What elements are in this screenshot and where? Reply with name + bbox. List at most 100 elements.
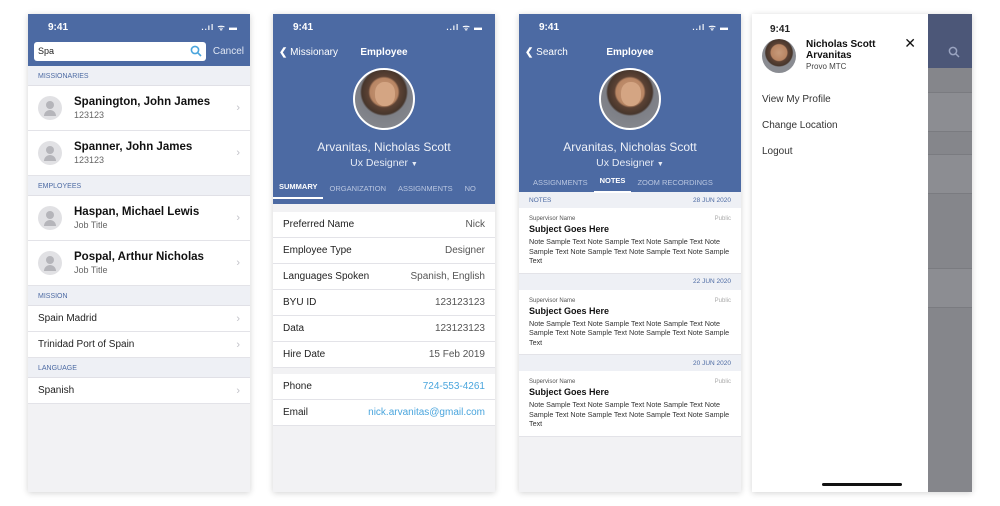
section-mission: MISSION <box>28 286 250 306</box>
detail-value: Designer <box>444 245 485 256</box>
note-visibility: Public <box>714 379 731 385</box>
detail-label: Hire Date <box>283 349 326 360</box>
detail-label: Phone <box>283 381 312 392</box>
cancel-button[interactable]: Cancel <box>213 46 244 57</box>
detail-value: 123123123 <box>434 297 485 308</box>
tab-assignments[interactable]: ASSIGNMENTS <box>527 178 594 193</box>
search-header: 9:41 ..ıl ᯤ ▬ Spa Cancel <box>28 14 250 66</box>
detail-label: Preferred Name <box>283 219 355 230</box>
employee-name: Arvanitas, Nicholas Scott <box>563 140 697 154</box>
list-item[interactable]: Pospal, Arthur Nicholas Job Title › <box>28 241 250 286</box>
avatar <box>38 206 62 230</box>
summary-list: Preferred Name Nick Employee Type Designer… <box>273 212 495 368</box>
dimmed-row <box>928 92 972 132</box>
role-label: Ux Designer <box>350 157 408 169</box>
list-item[interactable]: Haspan, Michael Lewis Job Title › <box>28 196 250 241</box>
list-item[interactable]: Spanington, John James 123123 › <box>28 86 250 131</box>
note-body: Note Sample Text Note Sample Text Note S… <box>529 318 730 347</box>
role-dropdown[interactable]: Ux Designer ▼ <box>273 157 495 169</box>
detail-row: Employee Type Designer <box>273 238 495 264</box>
back-label: Search <box>536 46 568 58</box>
detail-row: Languages Spoken Spanish, English <box>273 264 495 290</box>
profile-header: 9:41 ..ıl ᯤ ▬ ❮ Missionary Employee Arva… <box>273 14 495 204</box>
detail-row: Phone 724-553-4261 <box>273 374 495 400</box>
list-item[interactable]: Spanish › <box>28 378 250 404</box>
avatar <box>38 96 62 120</box>
avatar <box>38 251 62 275</box>
email-link[interactable]: nick.arvanitas@gmail.com <box>368 407 485 418</box>
dimmed-header <box>928 14 972 68</box>
note-author: Supervisor Name <box>529 216 576 222</box>
list-item[interactable]: Trinidad Port of Spain › <box>28 332 250 358</box>
tab-notes[interactable]: NO <box>459 184 482 199</box>
status-indicators-icon: ..ıl ᯤ ▬ <box>446 22 483 32</box>
menu-item-change-location[interactable]: Change Location <box>752 113 928 139</box>
back-button[interactable]: ❮ Search <box>519 47 568 58</box>
dimmed-background[interactable] <box>928 14 972 492</box>
chevron-right-icon: › <box>236 338 240 351</box>
phone-link[interactable]: 724-553-4261 <box>423 381 485 392</box>
status-indicators-icon: ..ıl ᯤ ▬ <box>201 22 238 32</box>
list-item[interactable]: Spain Madrid › <box>28 306 250 332</box>
chevron-right-icon: › <box>236 147 240 159</box>
nav-bar: ❮ Missionary Employee <box>273 40 495 64</box>
list-item[interactable]: Spanner, John James 123123 › <box>28 131 250 176</box>
dimmed-row <box>928 154 972 194</box>
search-input[interactable]: Spa <box>34 41 206 61</box>
detail-label: Employee Type <box>283 245 352 256</box>
note-card[interactable]: Supervisor Name Public Subject Goes Here … <box>519 289 741 355</box>
tab-zoom-recordings[interactable]: ZOOM RECORDINGS <box>631 178 718 193</box>
status-indicators-icon: ..ıl ᯤ ▬ <box>692 22 729 32</box>
tab-bar: ASSIGNMENTS NOTES ZOOM RECORDINGS <box>519 173 741 193</box>
role-dropdown[interactable]: Ux Designer ▼ <box>519 157 741 169</box>
menu-item-view-profile[interactable]: View My Profile <box>752 87 928 113</box>
note-author: Supervisor Name <box>529 297 576 304</box>
contact-list: Phone 724-553-4261 Email nick.arvanitas@gm… <box>273 374 495 426</box>
detail-row: BYU ID 123123123 <box>273 290 495 316</box>
profile-photo <box>353 68 415 130</box>
detail-label: Data <box>283 323 305 334</box>
note-card[interactable]: Supervisor Name Public Subject Goes Here … <box>519 208 741 274</box>
status-time: 9:41 <box>48 21 69 33</box>
notes-header: NOTES 28 JUN 2020 <box>519 192 741 208</box>
person-name: Haspan, Michael Lewis <box>74 206 200 218</box>
close-icon[interactable]: ✕ <box>904 35 916 52</box>
detail-value: Spanish, English <box>410 271 486 282</box>
person-id: 123123 <box>74 110 105 120</box>
avatar <box>38 141 62 165</box>
caret-down-icon: ▼ <box>656 161 664 168</box>
tab-notes[interactable]: NOTES <box>593 176 632 193</box>
nav-bar: ❮ Search Employee <box>519 40 741 64</box>
detail-value: Nick <box>465 219 485 230</box>
menu-list: View My Profile Change Location Logout <box>752 87 928 165</box>
chevron-right-icon: › <box>236 257 240 269</box>
profile-photo <box>599 68 661 130</box>
person-name: Spanner, John James <box>74 141 193 153</box>
tab-assignments[interactable]: ASSIGNMENTS <box>392 184 459 199</box>
note-date-header: 20 JUN 2020 <box>519 355 741 371</box>
person-id: 123123 <box>74 155 105 165</box>
menu-item-logout[interactable]: Logout <box>752 139 928 165</box>
back-button[interactable]: ❮ Missionary <box>273 47 338 58</box>
status-bar: 9:41 ..ıl ᯤ ▬ <box>273 14 495 40</box>
chevron-right-icon: › <box>236 312 240 325</box>
notes-label: NOTES <box>529 196 552 204</box>
note-date: 22 JUN 2020 <box>693 278 731 285</box>
tab-summary[interactable]: SUMMARY <box>273 182 324 199</box>
back-chevron-icon: ❮ <box>279 46 288 58</box>
back-label: Missionary <box>290 46 338 58</box>
note-body: Note Sample Text Note Sample Text Note S… <box>529 400 730 428</box>
note-date-header: 22 JUN 2020 <box>519 273 741 290</box>
search-icon[interactable] <box>190 45 202 57</box>
user-name-line2: Arvanitas <box>806 50 852 61</box>
status-time: 9:41 <box>770 24 791 35</box>
note-card[interactable]: Supervisor Name Public Subject Goes Here … <box>519 371 741 437</box>
role-label: Ux Designer <box>596 157 654 169</box>
detail-row: Email nick.arvanitas@gmail.com <box>273 400 495 426</box>
profile-block: Nicholas Scott Arvanitas Provo MTC ✕ <box>752 35 928 73</box>
tab-organization[interactable]: ORGANIZATION <box>323 184 392 199</box>
language-name: Spanish <box>38 385 75 396</box>
search-screen: 9:41 ..ıl ᯤ ▬ Spa Cancel MISSIONARIES Sp… <box>28 14 250 492</box>
employee-name: Arvanitas, Nicholas Scott <box>317 140 451 154</box>
search-query: Spa <box>38 46 55 56</box>
